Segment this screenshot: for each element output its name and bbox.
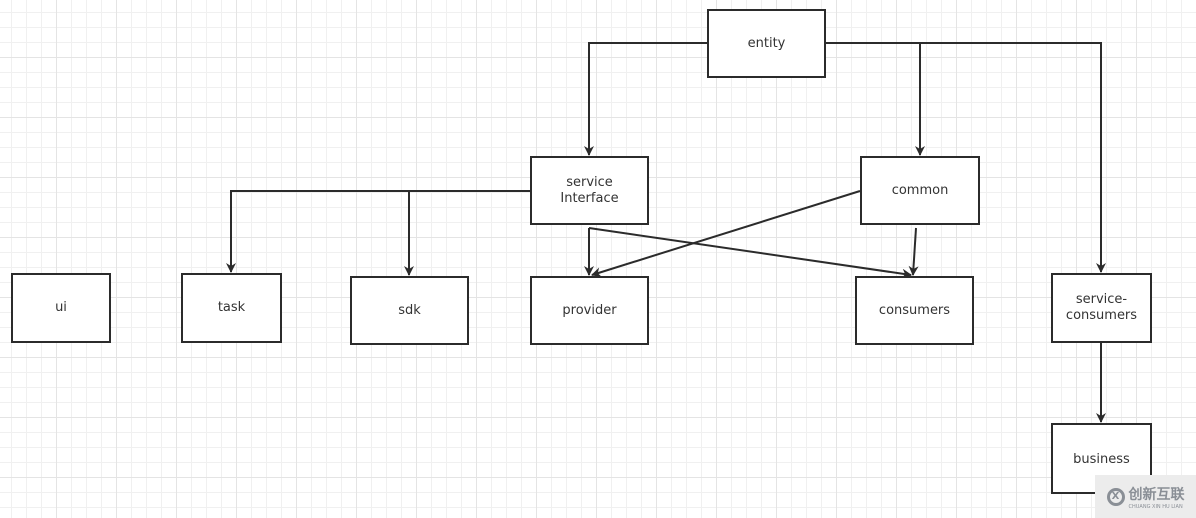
node-service-consumers[interactable]: service- consumers: [1051, 273, 1152, 343]
node-common[interactable]: common: [860, 156, 980, 225]
node-entity[interactable]: entity: [707, 9, 826, 78]
node-ui[interactable]: ui: [11, 273, 111, 343]
watermark-text: 创新互联: [1128, 486, 1185, 503]
node-task[interactable]: task: [181, 273, 282, 343]
watermark-subtext: CHUANG XIN HU LIAN: [1128, 503, 1183, 510]
edges-layer: [226, 42, 1106, 423]
node-consumers[interactable]: consumers: [855, 276, 974, 345]
node-sdk[interactable]: sdk: [350, 276, 469, 345]
node-service-interface[interactable]: service Interface: [530, 156, 649, 225]
edge-entity-service-interface: [584, 42, 707, 156]
watermark-logo: X 创新互联 CHUANG XIN HU LIAN: [1095, 475, 1196, 518]
edge-common-consumers: [908, 227, 919, 276]
node-provider[interactable]: provider: [530, 276, 649, 345]
edge-service-interface-task: [226, 190, 530, 273]
logo-icon: X: [1106, 487, 1125, 506]
edge-service-interface-consumers: [588, 227, 912, 279]
